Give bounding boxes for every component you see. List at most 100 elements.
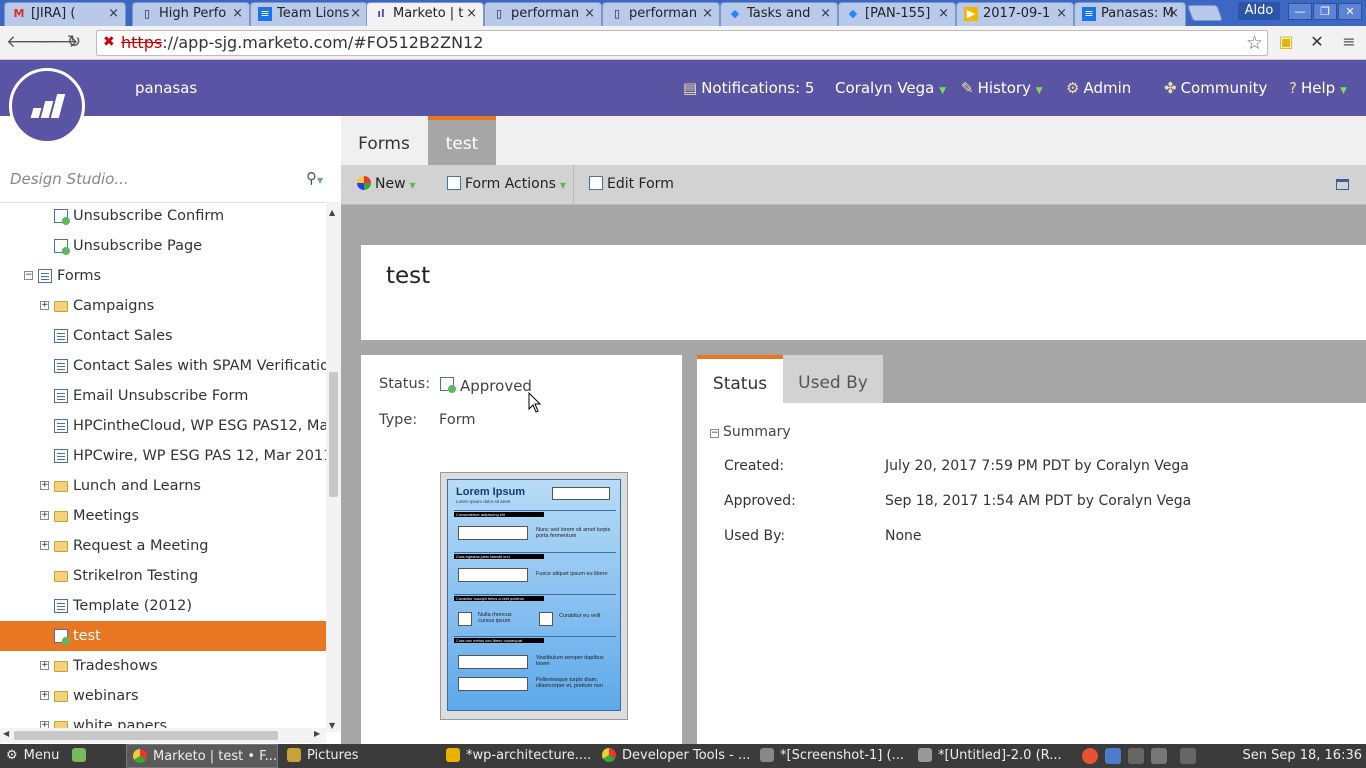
community-link[interactable]: ✤ Community (1164, 79, 1267, 97)
browser-tab[interactable]: ◆ [PAN-155] × (838, 2, 956, 26)
restore-icon[interactable]: ❐ (1313, 3, 1337, 20)
forward-icon[interactable]: 🡒 (33, 31, 79, 53)
expand-icon[interactable]: + (40, 541, 49, 550)
close-icon[interactable]: × (466, 3, 477, 25)
tree-item[interactable]: + Request a Meeting (0, 531, 326, 561)
close-icon[interactable]: × (938, 3, 949, 25)
collapse-icon[interactable]: − (24, 271, 33, 280)
tray-brush-icon[interactable] (1180, 748, 1196, 764)
help-menu[interactable]: ? Help ▼ (1289, 79, 1347, 97)
tab-test[interactable]: test (428, 116, 496, 165)
show-desktop-icon[interactable] (72, 744, 92, 768)
taskbar-item[interactable]: *wp-architecture.... (446, 744, 591, 768)
marketo-logo[interactable] (9, 68, 85, 144)
expand-icon[interactable]: + (40, 481, 49, 490)
close-icon[interactable]: × (232, 3, 243, 25)
address-bar[interactable]: ✖ https://app-sjg.marketo.com/#FO512B2ZN… (96, 30, 1268, 56)
taskbar-item[interactable]: *[Screenshot-1] (... (760, 744, 904, 768)
tree-item[interactable]: HPCwire, WP ESG PAS 12, Mar 2011 (0, 441, 326, 471)
reload-icon[interactable]: ↻ (63, 31, 85, 53)
tree-item[interactable]: StrikeIron Testing (0, 561, 326, 591)
close-icon[interactable]: × (584, 3, 595, 25)
tree-search[interactable]: Design Studio... ⚲▼ (0, 166, 341, 194)
summary-header[interactable]: − Summary (710, 424, 791, 440)
browser-menu-icon[interactable]: ≡ (1339, 32, 1359, 52)
tray-network-icon[interactable] (1128, 748, 1144, 764)
filter-icon[interactable]: ⚲▼ (306, 169, 323, 187)
browser-profile-button[interactable]: Aldo (1238, 2, 1280, 20)
close-icon[interactable]: × (820, 3, 831, 25)
tree-item[interactable]: + Lunch and Learns (0, 471, 326, 501)
scroll-left-icon[interactable]: ◀ (3, 729, 9, 738)
collapse-icon[interactable]: − (710, 429, 719, 438)
close-icon[interactable]: × (108, 3, 119, 25)
extension-x-icon[interactable]: ✕ (1307, 32, 1327, 52)
search-input[interactable]: Design Studio... (10, 170, 129, 188)
tree-item[interactable]: + Tradeshows (0, 651, 326, 681)
expand-icon[interactable]: + (40, 511, 49, 520)
vertical-scrollbar[interactable]: ▲ ▼ (326, 202, 341, 732)
tree-item[interactable]: Contact Sales (0, 321, 326, 351)
close-icon[interactable]: × (1168, 3, 1179, 25)
taskbar-item[interactable]: Developer Tools - ... (602, 744, 750, 768)
close-icon[interactable]: × (350, 3, 361, 25)
tab-used-by[interactable]: Used By (783, 355, 883, 403)
scroll-up-icon[interactable]: ▲ (329, 208, 335, 217)
tab-forms[interactable]: Forms (341, 116, 427, 165)
horizontal-scrollbar[interactable]: ◀ ▶ (0, 728, 326, 743)
notifications-link[interactable]: ▤ Notifications: 5 (683, 79, 814, 97)
back-icon[interactable]: 🡐 (6, 31, 52, 53)
browser-tab[interactable]: M [JIRA] ( × (4, 2, 126, 26)
close-window-icon[interactable]: ✕ (1338, 3, 1362, 20)
tray-volume-icon[interactable] (1151, 748, 1167, 764)
edit-form-button[interactable]: Edit Form (589, 176, 674, 192)
scroll-right-icon[interactable]: ▶ (314, 729, 320, 738)
expand-icon[interactable]: + (40, 301, 49, 310)
taskbar-item[interactable]: Marketo | test • F... (126, 744, 278, 768)
tree-item[interactable]: + Meetings (0, 501, 326, 531)
browser-tab[interactable]: ▶ 2017-09-1 × (956, 2, 1074, 26)
tree-item[interactable]: Template (2012) (0, 591, 326, 621)
tree-item[interactable]: + Campaigns (0, 291, 326, 321)
tree-item[interactable]: Email Unsubscribe Form (0, 381, 326, 411)
close-icon[interactable]: × (1056, 3, 1067, 25)
browser-tab[interactable]: ▯ High Perfo × (132, 2, 250, 26)
browser-tab[interactable]: ▯ performan × (484, 2, 602, 26)
new-tab-button[interactable] (1187, 5, 1223, 21)
browser-tab[interactable]: ≡ Panasas: M × (1074, 2, 1186, 26)
tree-item[interactable]: + webinars (0, 681, 326, 711)
taskbar-item[interactable]: *[Untitled]-2.0 (R... (918, 744, 1062, 768)
browser-tab-active[interactable]: ıl Marketo | t × (366, 2, 484, 26)
scroll-down-icon[interactable]: ▼ (329, 721, 335, 730)
browser-tab[interactable]: ◆ Tasks and × (720, 2, 838, 26)
form-actions-button[interactable]: Form Actions ▼ (447, 176, 566, 192)
scroll-thumb[interactable] (329, 372, 338, 497)
expand-icon[interactable]: + (40, 661, 49, 670)
taskbar-item[interactable]: Pictures (287, 744, 358, 768)
history-menu[interactable]: ✎ History ▼ (961, 79, 1043, 97)
user-menu[interactable]: Coralyn Vega ▼ (835, 79, 946, 97)
tree-item[interactable]: − Forms (0, 261, 326, 291)
maximize-icon[interactable] (1336, 179, 1349, 190)
tree-item[interactable]: Contact Sales with SPAM Verification Fi (0, 351, 326, 381)
scroll-thumb[interactable] (14, 731, 278, 740)
tree-item[interactable]: HPCintheCloud, WP ESG PAS12, May 20 (0, 411, 326, 441)
new-button[interactable]: New ▼ (357, 176, 416, 192)
browser-tab[interactable]: ≡ Team Lions × (250, 2, 368, 26)
admin-link[interactable]: ⚙ Admin (1066, 79, 1131, 97)
tab-status[interactable]: Status (697, 355, 783, 403)
tree-item-selected[interactable]: test (0, 621, 326, 651)
form-thumbnail[interactable]: Lorem Ipsum Lorem ipsum dolor sit amet C… (440, 472, 628, 720)
close-icon[interactable]: × (702, 3, 713, 25)
page-icon (54, 209, 70, 225)
browser-tab[interactable]: ▯ performan × (602, 2, 720, 26)
start-menu-button[interactable]: ⚙ Menu (6, 744, 59, 768)
expand-icon[interactable]: + (40, 691, 49, 700)
tray-shield-icon[interactable] (1105, 748, 1121, 764)
tray-checklist-icon[interactable] (1082, 748, 1098, 764)
minimize-icon[interactable]: — (1288, 3, 1312, 20)
bookmark-star-icon[interactable]: ☆ (1246, 32, 1263, 54)
tree-item[interactable]: Unsubscribe Confirm (0, 203, 326, 231)
extension-icon[interactable]: ▣ (1276, 32, 1296, 52)
tree-item[interactable]: Unsubscribe Page (0, 231, 326, 261)
